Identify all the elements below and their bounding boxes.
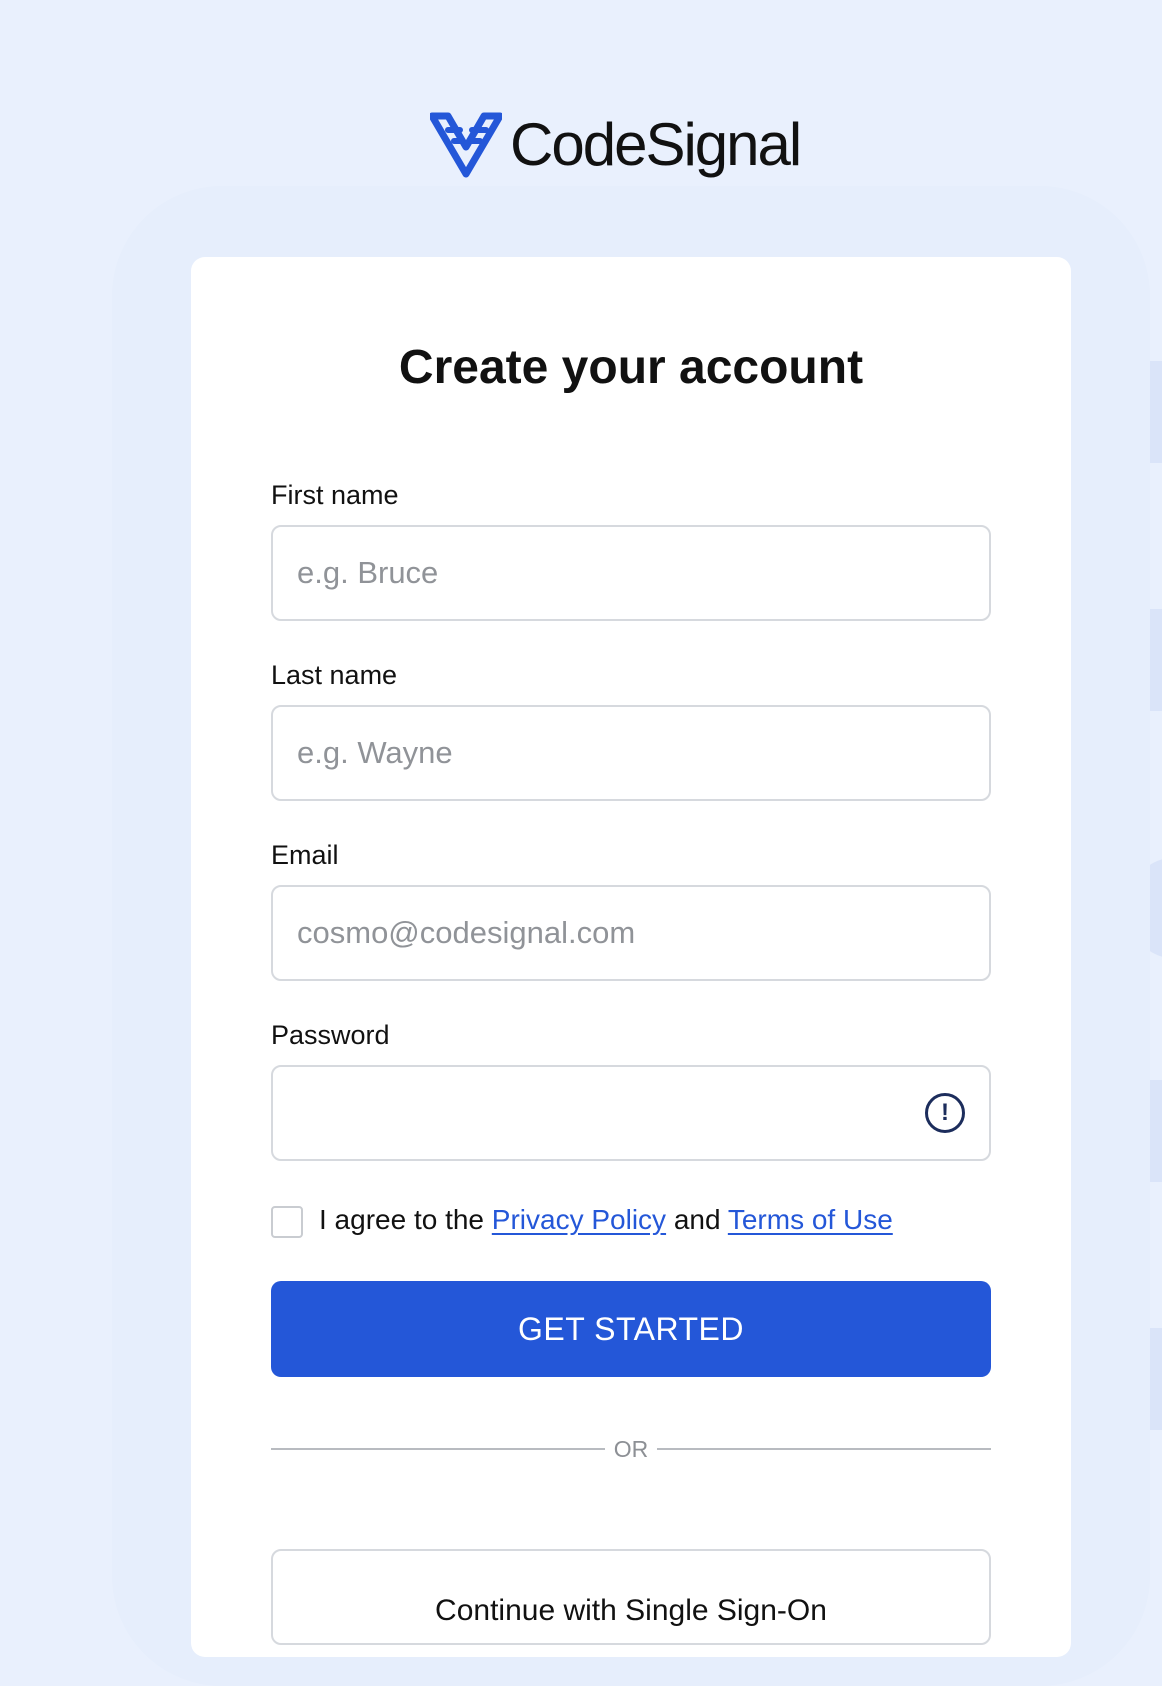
divider-line-right [657, 1448, 991, 1450]
last-name-input[interactable] [273, 707, 989, 799]
password-input[interactable] [273, 1067, 989, 1159]
terms-of-use-link[interactable]: Terms of Use [728, 1204, 893, 1235]
divider-line-left [271, 1448, 605, 1450]
last-name-field[interactable] [271, 705, 991, 801]
agree-conjunction: and [673, 1204, 721, 1235]
password-field[interactable]: ! [271, 1065, 991, 1161]
codesignal-logo[interactable]: CodeSignal [430, 110, 802, 180]
codesignal-logo-icon [430, 112, 502, 178]
email-input[interactable] [273, 887, 989, 979]
divider-text: OR [613, 1436, 649, 1462]
get-started-button[interactable]: GET STARTED [271, 1281, 991, 1377]
email-label: Email [271, 840, 339, 870]
password-label: Password [271, 1020, 390, 1050]
brand-name: CodeSignal [510, 111, 802, 178]
agree-text: I agree to the Privacy Policy and Terms … [319, 1204, 893, 1236]
email-field[interactable] [271, 885, 991, 981]
first-name-field[interactable] [271, 525, 991, 621]
privacy-policy-link[interactable]: Privacy Policy [492, 1204, 666, 1235]
page-title: Create your account [398, 341, 864, 394]
first-name-input[interactable] [273, 527, 989, 619]
info-icon[interactable]: ! [925, 1093, 965, 1133]
sso-button[interactable]: Continue with Single Sign-On [271, 1549, 991, 1645]
last-name-label: Last name [271, 660, 398, 690]
agree-prefix: I agree to the [319, 1204, 485, 1235]
first-name-label: First name [271, 480, 399, 510]
agree-checkbox[interactable] [271, 1206, 303, 1238]
